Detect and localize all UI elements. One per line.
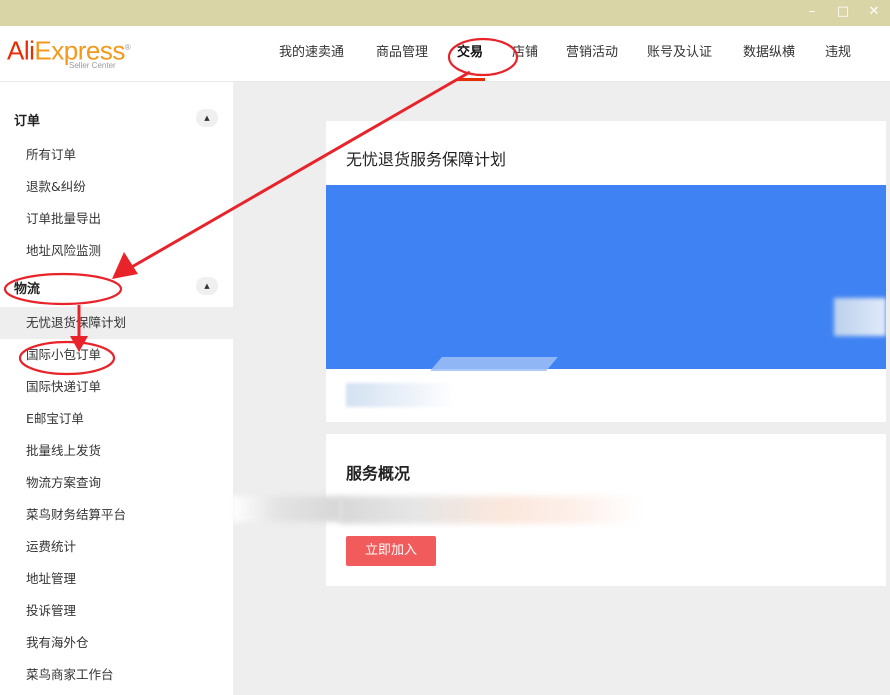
- sidebar-item-bulk-export[interactable]: 订单批量导出: [0, 203, 233, 235]
- sidebar-item-address-risk[interactable]: 地址风险监测: [0, 235, 233, 267]
- close-button[interactable]: ✕: [863, 3, 885, 21]
- sidebar-item-bulk-shipping[interactable]: 批量线上发货: [0, 435, 233, 467]
- sidebar-item-cainiao-workbench[interactable]: 菜鸟商家工作台: [0, 659, 233, 691]
- sidebar-item-complaints[interactable]: 投诉管理: [0, 595, 233, 627]
- sidebar-item-all-orders[interactable]: 所有订单: [0, 139, 233, 171]
- service-overview-card: 服务概况 立即加入: [326, 434, 886, 586]
- top-header: AliExpress® Seller Center 我的速卖通 商品管理 交易 …: [0, 26, 890, 82]
- sidebar-item-freight-stats[interactable]: 运费统计: [0, 531, 233, 563]
- sidebar-item-overseas-warehouse[interactable]: 我有海外仓: [0, 627, 233, 659]
- nav-store[interactable]: 店铺: [512, 41, 538, 60]
- redacted-overview-text: [340, 496, 640, 524]
- nav-products[interactable]: 商品管理: [376, 41, 428, 60]
- nav-violations[interactable]: 违规: [825, 41, 851, 60]
- nav-data[interactable]: 数据纵横: [743, 41, 795, 60]
- redacted-link[interactable]: [346, 383, 456, 407]
- sidebar: 订单 ▲ 所有订单 退款&纠纷 订单批量导出 地址风险监测 物流 ▲ 无忧退货保…: [0, 82, 233, 695]
- page-title: 无忧退货服务保障计划: [346, 150, 507, 169]
- nav-trade[interactable]: 交易: [457, 41, 483, 60]
- banner-decoration: [430, 357, 558, 371]
- aliexpress-logo[interactable]: AliExpress® Seller Center: [7, 34, 131, 70]
- sidebar-item-refunds[interactable]: 退款&纠纷: [0, 171, 233, 203]
- nav-active-indicator: [457, 78, 485, 81]
- sidebar-section-logistics[interactable]: 物流: [14, 278, 40, 297]
- triangle-up-icon[interactable]: ▲: [196, 109, 218, 127]
- logo-registered-mark: ®: [124, 43, 131, 52]
- minimize-button[interactable]: –: [801, 3, 823, 21]
- window-titlebar: – □ ✕: [0, 0, 890, 26]
- redacted-overlay: [232, 496, 342, 522]
- redacted-banner-text: [834, 298, 886, 336]
- section-title: 服务概况: [346, 464, 411, 483]
- sidebar-item-small-parcel-orders[interactable]: 国际小包订单: [0, 339, 233, 371]
- sidebar-item-logistics-query[interactable]: 物流方案查询: [0, 467, 233, 499]
- sidebar-section-orders[interactable]: 订单: [14, 110, 40, 129]
- logo-ali-text: Ali: [7, 35, 35, 66]
- sidebar-item-cainiao-finance[interactable]: 菜鸟财务结算平台: [0, 499, 233, 531]
- sidebar-item-epacket-orders[interactable]: E邮宝订单: [0, 403, 233, 435]
- sidebar-item-return-guarantee[interactable]: 无忧退货保障计划: [0, 307, 233, 339]
- promo-banner: [326, 185, 886, 369]
- logo-subtitle: Seller Center: [69, 61, 116, 70]
- sidebar-item-express-orders[interactable]: 国际快递订单: [0, 371, 233, 403]
- triangle-up-icon[interactable]: ▲: [196, 277, 218, 295]
- nav-account[interactable]: 账号及认证: [647, 41, 712, 60]
- nav-my-aliexpress[interactable]: 我的速卖通: [279, 41, 344, 60]
- sidebar-item-address-management[interactable]: 地址管理: [0, 563, 233, 595]
- join-now-button[interactable]: 立即加入: [346, 536, 436, 566]
- return-guarantee-card: 无忧退货服务保障计划: [326, 121, 886, 422]
- nav-marketing[interactable]: 营销活动: [566, 41, 618, 60]
- maximize-button[interactable]: □: [832, 3, 854, 21]
